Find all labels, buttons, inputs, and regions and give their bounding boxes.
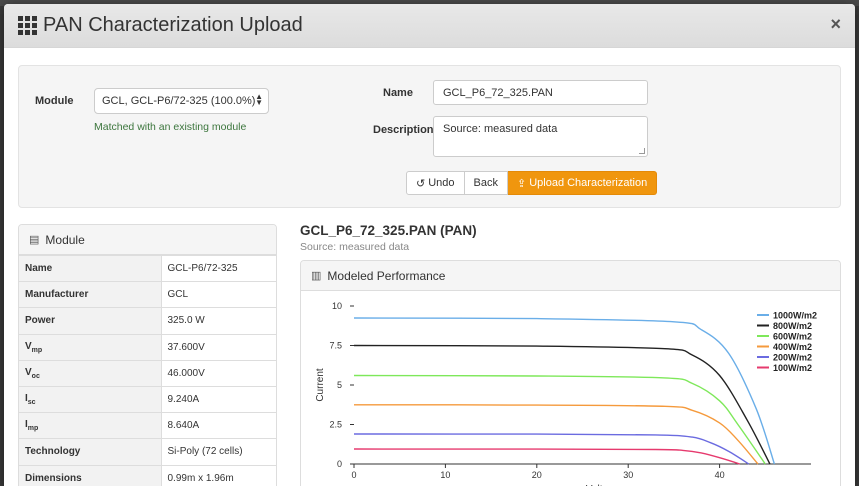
x-tick-label: 10 bbox=[440, 470, 450, 480]
grid-icon bbox=[18, 16, 37, 35]
property-key-subscript: mp bbox=[31, 346, 43, 354]
series-line bbox=[353, 374, 766, 465]
property-key: Imp bbox=[19, 412, 162, 439]
property-key-text: V bbox=[25, 340, 32, 352]
upload-form: Module GCL, GCL-P6/72-325 (100.0%) ▲ ▼ Ma… bbox=[18, 65, 841, 208]
module-panel-title: Module bbox=[45, 232, 85, 247]
bar-chart-icon: ▥ bbox=[311, 270, 322, 282]
table-row: Technology Si-Poly (72 cells) bbox=[19, 438, 276, 465]
property-key: Isc bbox=[19, 385, 162, 413]
series-line bbox=[353, 448, 740, 465]
y-axis-label: Current bbox=[315, 368, 326, 402]
module-panel: ▤ Module Name GCL-P6/72-325 Manufacturer GC… bbox=[18, 224, 277, 486]
property-key-text: V bbox=[25, 366, 32, 378]
x-tick-label: 30 bbox=[623, 470, 633, 480]
property-key: Dimensions bbox=[19, 464, 162, 486]
undo-label: Undo bbox=[428, 177, 455, 189]
form-actions: ↺ Undo Back ⇪ Upload Characterization bbox=[406, 171, 658, 195]
legend-label: 600W/m2 bbox=[773, 332, 812, 342]
table-row: Name GCL-P6/72-325 bbox=[19, 254, 276, 282]
property-value: GCL-P6/72-325 bbox=[161, 254, 276, 282]
property-key: Voc bbox=[19, 359, 162, 387]
modal-title: PAN Characterization Upload bbox=[43, 14, 303, 36]
module-properties-table: Name GCL-P6/72-325 Manufacturer GCL Power 325… bbox=[19, 254, 276, 486]
property-key-text: Dimensions bbox=[25, 472, 82, 484]
table-row: Vmp 37.600V bbox=[19, 333, 276, 361]
table-row: Imp 8.640A bbox=[19, 412, 276, 439]
property-key-subscript: sc bbox=[27, 399, 36, 407]
legend-label: 400W/m2 bbox=[773, 342, 812, 352]
x-tick-label: 0 bbox=[351, 470, 356, 480]
iv-curve-chart: 02.557.510010203040CurrentVoltage1000W/m… bbox=[315, 301, 817, 486]
legend-label: 1000W/m2 bbox=[773, 311, 817, 321]
table-row: Isc 9.240A bbox=[19, 385, 276, 413]
back-button[interactable]: Back bbox=[464, 171, 508, 195]
table-row: Dimensions 0.99m x 1.96m bbox=[19, 464, 276, 486]
property-key-subscript: oc bbox=[31, 372, 40, 380]
modeled-performance-panel: ▥ Modeled Performance 0 2.5 5 7.5 10 0 10 20 30 4… bbox=[300, 260, 841, 486]
resize-handle-icon[interactable] bbox=[639, 148, 645, 154]
property-value: 325.0 W bbox=[161, 307, 276, 335]
legend-label: 800W/m2 bbox=[773, 321, 812, 331]
upload-label: Upload Characterization bbox=[529, 177, 648, 189]
modal-header: PAN Characterization Upload × bbox=[4, 4, 855, 48]
close-icon[interactable]: × bbox=[830, 14, 841, 35]
description-field[interactable]: Source: measured data bbox=[433, 116, 648, 157]
x-tick-label: 20 bbox=[532, 470, 542, 480]
property-value: Si-Poly (72 cells) bbox=[161, 438, 276, 465]
back-label: Back bbox=[473, 177, 498, 189]
property-value: 37.600V bbox=[161, 333, 276, 361]
property-value: 46.000V bbox=[161, 359, 276, 387]
property-key-text: Name bbox=[25, 263, 53, 275]
property-value: 9.240A bbox=[161, 385, 276, 413]
upload-icon: ⇪ bbox=[516, 177, 527, 190]
upload-characterization-button[interactable]: ⇪ Upload Characterization bbox=[507, 171, 658, 195]
select-arrows-icon: ▲ ▼ bbox=[255, 92, 263, 107]
property-value: 8.640A bbox=[161, 412, 276, 439]
file-title: GCL_P6_72_325.PAN (PAN) bbox=[300, 223, 477, 238]
y-tick-label: 2.5 bbox=[329, 420, 342, 430]
legend-label: 200W/m2 bbox=[773, 353, 812, 363]
y-tick-label: 7.5 bbox=[329, 341, 342, 351]
module-panel-heading: ▤ Module bbox=[19, 225, 276, 255]
list-icon: ▤ bbox=[29, 234, 40, 246]
property-key: Power bbox=[19, 307, 162, 335]
y-tick-label: 5 bbox=[337, 380, 342, 390]
property-key-text: Power bbox=[25, 315, 56, 327]
y-tick-label: 10 bbox=[332, 301, 342, 311]
series-line bbox=[353, 317, 776, 465]
y-tick-label: 0 bbox=[337, 459, 342, 469]
undo-button[interactable]: ↺ Undo bbox=[406, 171, 465, 195]
property-key-text: Technology bbox=[25, 446, 81, 458]
match-message: Matched with an existing module bbox=[94, 121, 247, 133]
legend-label: 100W/m2 bbox=[773, 363, 812, 373]
property-key: Manufacturer bbox=[19, 281, 162, 308]
description-value: Source: measured data bbox=[443, 123, 558, 135]
undo-icon: ↺ bbox=[416, 177, 426, 190]
property-key-text: Manufacturer bbox=[25, 289, 89, 301]
name-label: Name bbox=[383, 87, 413, 99]
property-value: GCL bbox=[161, 281, 276, 308]
property-key: Vmp bbox=[19, 333, 162, 361]
module-select-value: GCL, GCL-P6/72-325 (100.0%) bbox=[102, 95, 256, 107]
x-tick-label: 40 bbox=[715, 470, 725, 480]
performance-panel-title: Modeled Performance bbox=[327, 268, 446, 283]
property-key: Technology bbox=[19, 438, 162, 465]
table-row: Voc 46.000V bbox=[19, 359, 276, 387]
name-field[interactable]: GCL_P6_72_325.PAN bbox=[433, 80, 648, 105]
table-row: Manufacturer GCL bbox=[19, 281, 276, 308]
pan-upload-modal: PAN Characterization Upload × Module GCL… bbox=[4, 4, 855, 486]
table-row: Power 325.0 W bbox=[19, 307, 276, 335]
property-value: 0.99m x 1.96m bbox=[161, 464, 276, 486]
file-source: Source: measured data bbox=[300, 241, 410, 253]
description-label: Description bbox=[373, 124, 434, 136]
module-label: Module bbox=[35, 95, 74, 107]
performance-panel-heading: ▥ Modeled Performance bbox=[301, 261, 840, 291]
property-key-subscript: mp bbox=[27, 425, 39, 433]
property-key: Name bbox=[19, 254, 162, 282]
module-select[interactable]: GCL, GCL-P6/72-325 (100.0%) ▲ ▼ bbox=[94, 88, 269, 114]
